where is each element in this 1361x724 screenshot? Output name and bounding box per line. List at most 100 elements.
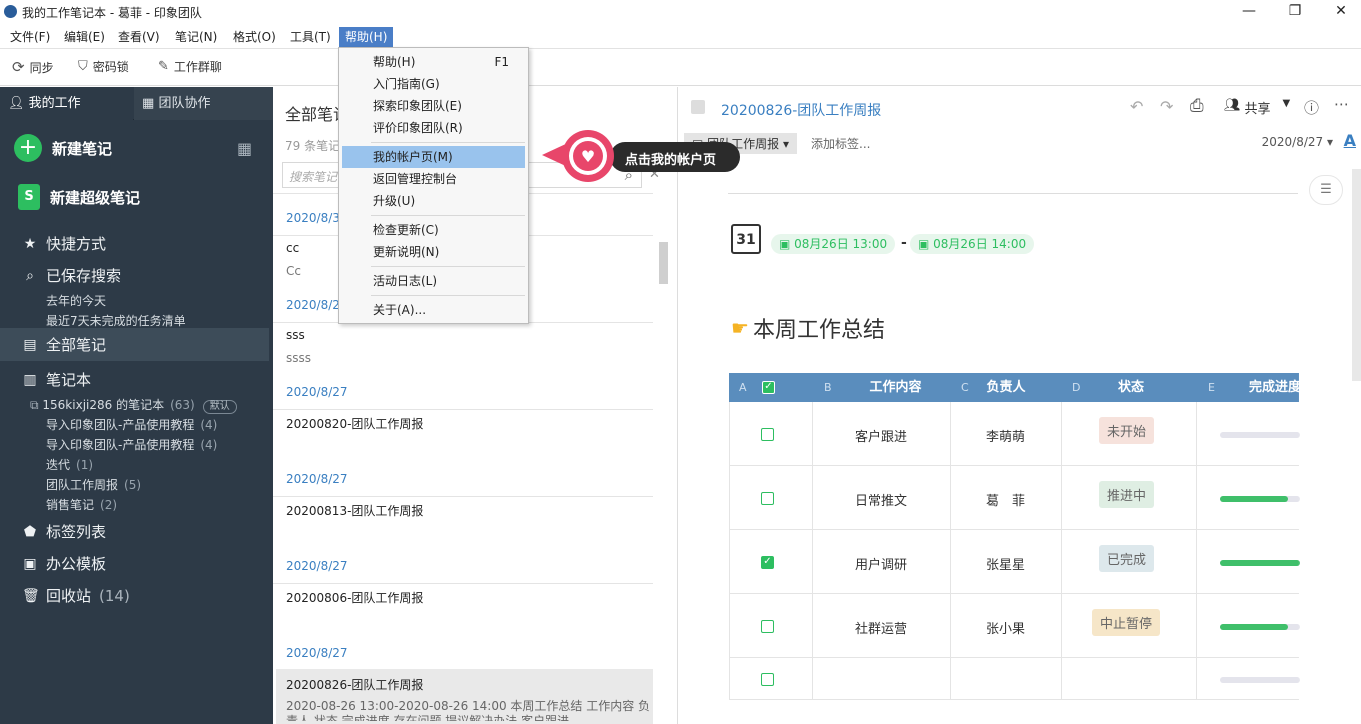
help-menu-item[interactable]: 返回管理控制台	[342, 168, 525, 190]
notebook-count: (2)	[100, 498, 118, 512]
sidebar-item-templates[interactable]: ▣ 办公模板	[22, 553, 106, 574]
row-checkbox[interactable]	[761, 428, 774, 441]
saved-search-item[interactable]: 去年的今天	[46, 292, 106, 309]
chat-button[interactable]: ✎ 工作群聊	[158, 58, 222, 75]
maximize-button[interactable]: ❐	[1272, 0, 1318, 24]
more-icon[interactable]: ⋯	[1334, 95, 1349, 113]
info-icon[interactable]: ⓘ	[1304, 97, 1319, 118]
saved-search-item[interactable]: 最近7天未完成的任务清单	[46, 312, 186, 329]
sidebar-item-shortcuts[interactable]: ★ 快捷方式	[22, 233, 106, 254]
end-time-chip[interactable]: ▣ 08月26日 14:00	[910, 234, 1035, 254]
task-cell[interactable]: 社群运营	[812, 618, 950, 637]
note-title[interactable]: sss	[286, 328, 305, 342]
redo-icon[interactable]: ↷	[1160, 97, 1173, 116]
tab-team[interactable]: ▦ 团队协作	[134, 87, 273, 120]
note-title[interactable]: 20200820-团队工作周报	[286, 415, 423, 432]
notebook-item[interactable]: 迭代 (1)	[46, 456, 93, 473]
undo-icon[interactable]: ↶	[1130, 97, 1143, 116]
notebook-item[interactable]: 团队工作周报 (5)	[46, 476, 141, 493]
row-checkbox[interactable]	[761, 492, 774, 505]
help-menu-item[interactable]: 检查更新(C)	[342, 219, 525, 241]
help-menu-item[interactable]: 入门指南(G)	[342, 73, 525, 95]
help-menu-item[interactable]: 帮助(H) F1	[342, 51, 525, 73]
lock-label: 密码锁	[92, 60, 129, 74]
status-badge[interactable]: 未开始	[1099, 417, 1155, 444]
sync-button[interactable]: ⟳ 同步	[12, 58, 54, 76]
column-header[interactable]: 状态	[1079, 373, 1183, 402]
menu-edit[interactable]: 编辑(E)	[60, 27, 109, 47]
my-account-menu-item[interactable]: 我的帐户页(M)	[342, 146, 525, 168]
sidebar-item-trash[interactable]: 🗑︎ 回收站 (14)	[22, 585, 130, 606]
notebook-item[interactable]: 导入印象团队-产品使用教程 (4)	[46, 436, 217, 453]
templates-label: 办公模板	[46, 555, 107, 573]
section-heading: ☛ 本周工作总结	[731, 312, 885, 344]
help-menu-item[interactable]: 活动日志(L)	[342, 270, 525, 292]
editor-scrollbar[interactable]	[1352, 169, 1361, 381]
print-icon[interactable]: ⎙	[1190, 96, 1204, 116]
note-title[interactable]: 20200806-团队工作周报	[286, 589, 423, 606]
column-header[interactable]: 工作内容	[829, 373, 962, 402]
help-menu-item[interactable]: 关于(A)...	[342, 299, 525, 321]
note-title[interactable]: 20200813-团队工作周报	[286, 502, 423, 519]
lock-button[interactable]: ⛉ 密码锁	[78, 58, 129, 75]
row-checkbox[interactable]	[761, 673, 774, 686]
owner-cell[interactable]: 张星星	[950, 554, 1061, 573]
owner-cell[interactable]: 葛 菲	[950, 490, 1061, 509]
new-note-button[interactable]: + 新建笔记	[14, 134, 112, 162]
notebook-item[interactable]: ⧉ 156kixji286 的笔记本 (63) 默认	[30, 396, 237, 414]
share-label: 共享	[1244, 102, 1271, 117]
column-header[interactable]: 负责人	[969, 373, 1043, 402]
sidebar-item-notebooks[interactable]: ▥ 笔记本	[22, 369, 91, 390]
task-cell[interactable]: 用户调研	[812, 554, 950, 573]
share-button[interactable]: 👥︎ 共享 ▼	[1224, 98, 1290, 117]
help-menu-item[interactable]: 升级(U)	[342, 190, 525, 212]
menu-help[interactable]: 帮助(H)	[339, 27, 394, 47]
task-cell[interactable]: 客户跟进	[812, 426, 950, 445]
menu-file[interactable]: 文件(F)	[6, 27, 54, 47]
close-button[interactable]: ✕	[1318, 0, 1361, 24]
grid-icon[interactable]: ▦	[237, 139, 252, 158]
tab-my-work-label: 我的工作	[28, 96, 81, 111]
new-super-note-button[interactable]: S 新建超级笔记	[18, 184, 140, 210]
status-badge[interactable]: 中止暂停	[1092, 609, 1161, 636]
select-all-checkbox[interactable]: ✓	[762, 381, 775, 394]
menu-tools[interactable]: 工具(T)	[286, 27, 335, 47]
note-date: 2020/8/2	[286, 298, 340, 312]
help-menu-item[interactable]: 更新说明(N)	[342, 241, 525, 263]
menu-format[interactable]: 格式(O)	[229, 27, 280, 47]
tab-my-work[interactable]: 👤︎ 我的工作	[0, 87, 133, 120]
note-date-select[interactable]: 2020/8/27 ▾	[1262, 135, 1333, 149]
font-format-icon[interactable]: A	[1344, 131, 1356, 150]
task-cell[interactable]: 日常推文	[812, 490, 950, 509]
note-title[interactable]: 20200826-团队工作周报	[286, 676, 423, 693]
tutorial-callout: ♥ 点击我的帐户页	[540, 128, 742, 186]
minimize-button[interactable]: —	[1226, 0, 1272, 24]
sidebar-item-all-notes[interactable]: ▤ 全部笔记	[0, 328, 269, 361]
all-notes-label: 全部笔记	[46, 336, 107, 354]
note-title-header[interactable]: 20200826-团队工作周报	[721, 100, 881, 120]
notebooks-label: 笔记本	[46, 371, 92, 389]
row-checkbox[interactable]	[761, 620, 774, 633]
sidebar-item-tags[interactable]: ⬟ 标签列表	[22, 521, 106, 542]
notebook-count: (1)	[76, 458, 94, 472]
notebook-count: (5)	[124, 478, 142, 492]
notebook-item[interactable]: 导入印象团队-产品使用教程 (4)	[46, 416, 217, 433]
row-checkbox[interactable]: ✓	[761, 556, 774, 569]
start-time-chip[interactable]: ▣ 08月26日 13:00	[771, 234, 896, 254]
notebook-item[interactable]: 销售笔记 (2)	[46, 496, 117, 513]
help-menu-item[interactable]: 评价印象团队(R)	[342, 117, 525, 139]
outline-icon[interactable]: ☰	[1309, 175, 1343, 205]
add-tag-input[interactable]: 添加标签...	[811, 135, 870, 152]
owner-cell[interactable]: 张小果	[950, 618, 1061, 637]
tags-label: 标签列表	[46, 523, 107, 541]
status-badge[interactable]: 已完成	[1099, 545, 1155, 572]
menu-note[interactable]: 笔记(N)	[171, 27, 221, 47]
note-title[interactable]: cc	[286, 241, 299, 255]
sidebar-item-saved-search[interactable]: ⌕ 已保存搜索	[22, 265, 121, 286]
owner-cell[interactable]: 李萌萌	[950, 426, 1061, 445]
help-menu-item[interactable]: 探索印象团队(E)	[342, 95, 525, 117]
menu-view[interactable]: 查看(V)	[114, 27, 164, 47]
status-badge[interactable]: 推进中	[1099, 481, 1155, 508]
building-icon: ▦	[142, 96, 155, 111]
note-list-scrollbar[interactable]	[659, 242, 668, 284]
